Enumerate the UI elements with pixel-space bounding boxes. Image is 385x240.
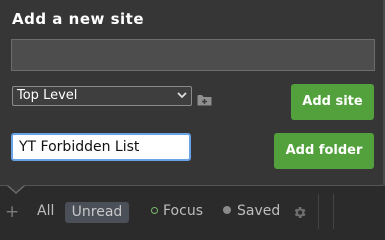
add-site-button[interactable]: Add site [291,84,374,120]
gear-icon[interactable] [292,205,307,220]
saved-dot-icon [223,206,231,214]
folder-plus-icon[interactable] [197,91,212,106]
bar-divider [333,194,334,229]
folder-select-value: Top Level [17,88,78,103]
add-folder-button[interactable]: Add folder [274,133,374,169]
filter-unread[interactable]: Unread [65,202,129,223]
filter-saved-label: Saved [237,203,281,219]
site-url-input[interactable] [11,39,375,71]
chevron-down-icon [177,87,187,112]
bar-divider [318,194,319,229]
filter-saved[interactable]: Saved [223,203,280,219]
folder-name-input[interactable] [11,133,191,161]
filter-focus[interactable]: Focus [151,203,203,219]
bottom-filter-bar: + All Unread Focus Saved [0,194,385,229]
add-site-popup: Add a new site Top Level Add site Add fo… [0,0,385,186]
focus-dot-icon [151,207,158,214]
popup-caret-inner [8,185,24,192]
filter-focus-label: Focus [163,203,203,219]
folder-select[interactable]: Top Level [12,86,192,106]
filter-all[interactable]: All [37,203,54,219]
add-icon[interactable]: + [5,202,19,222]
app-window: Add a new site Top Level Add site Add fo… [0,0,385,229]
popup-title: Add a new site [12,10,144,28]
